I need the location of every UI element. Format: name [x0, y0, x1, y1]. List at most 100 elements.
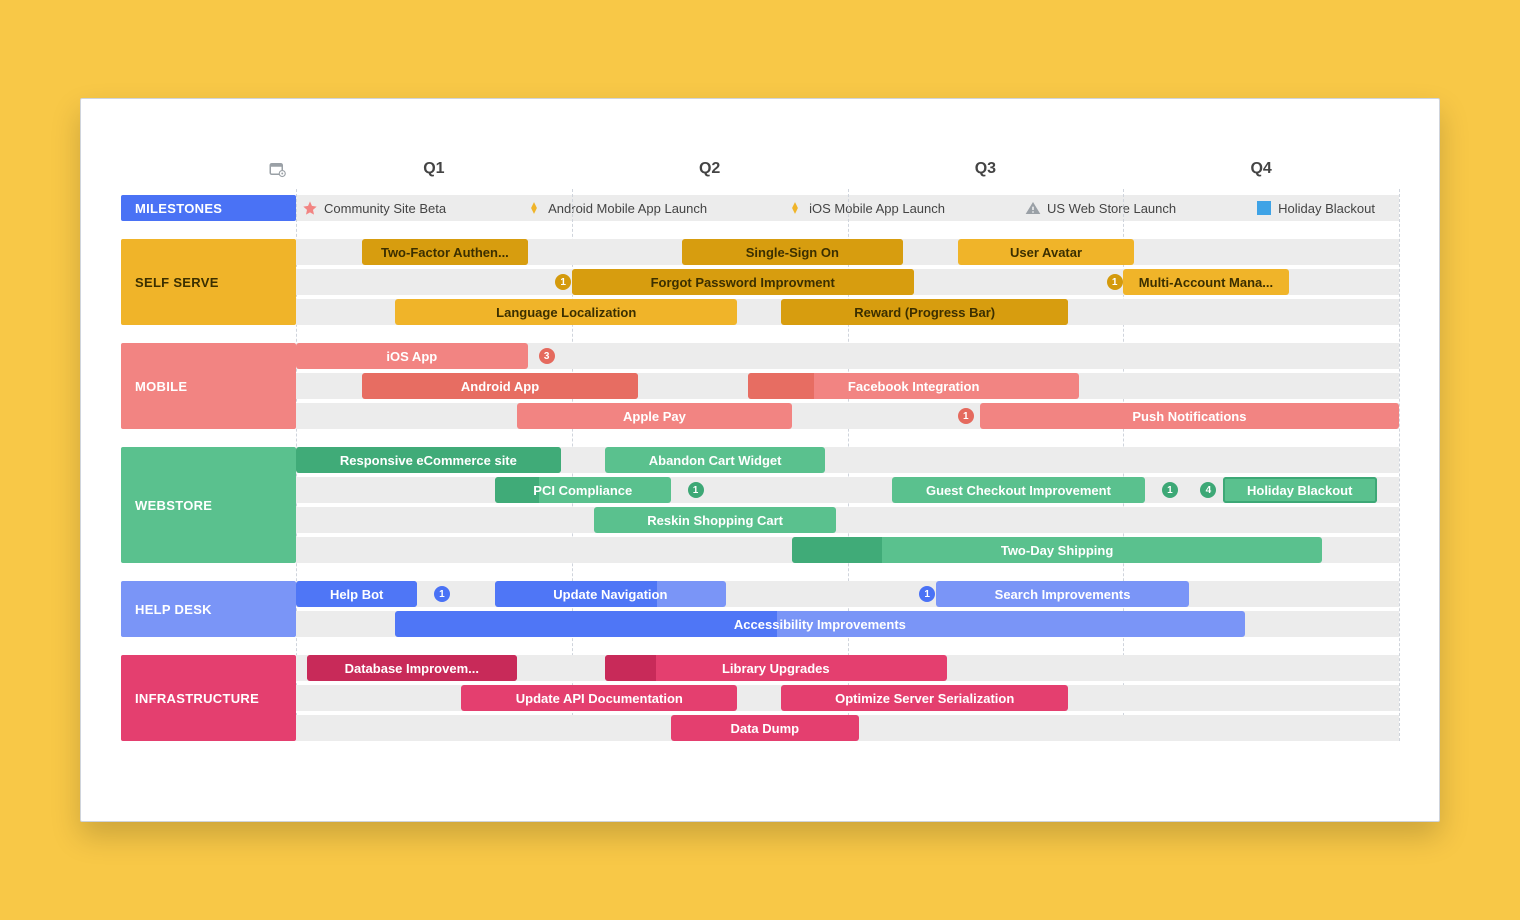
milestones-track: Community Site Beta Android Mobile App La… — [296, 195, 1399, 221]
roadmap-bar[interactable]: Responsive eCommerce site — [296, 447, 561, 473]
bar-label: Reward (Progress Bar) — [854, 305, 995, 320]
roadmap-bar[interactable]: Library Upgrades — [605, 655, 947, 681]
lane-row: iOS App 3 — [296, 343, 1399, 369]
swimlane: MOBILE iOS App 3Android App Facebook Integr… — [121, 343, 1399, 429]
bar-label: Help Bot — [330, 587, 383, 602]
swimlane: SELF SERVE Two-Factor Authen... Single-Sig… — [121, 239, 1399, 325]
roadmap-bar[interactable]: Two-Day Shipping — [792, 537, 1321, 563]
swimlane: WEBSTORE Responsive eCommerce site Abandon… — [121, 447, 1399, 563]
roadmap-bar[interactable]: Database Improvem... — [307, 655, 517, 681]
count-badge[interactable]: 1 — [1107, 274, 1123, 290]
roadmap-bar[interactable]: Android App — [362, 373, 638, 399]
count-badge[interactable]: 1 — [688, 482, 704, 498]
milestone-item[interactable]: US Web Store Launch — [1025, 200, 1176, 216]
bar-label: User Avatar — [1010, 245, 1082, 260]
lane-label: MOBILE — [121, 343, 296, 429]
milestone-item[interactable]: iOS Mobile App Launch — [787, 200, 945, 216]
quarter-header: Q2 — [572, 160, 848, 178]
lane-row: Data Dump — [296, 715, 1399, 741]
milestone-label: Android Mobile App Launch — [548, 201, 707, 216]
roadmap-panel: Q1Q2Q3Q4 MILESTONES Community Site Beta A… — [80, 98, 1440, 822]
lane-row: 1 Forgot Password Improvment 1 Multi-Accoun… — [296, 269, 1399, 295]
roadmap-bar[interactable]: Reward (Progress Bar) — [781, 299, 1068, 325]
roadmap-bar[interactable]: User Avatar — [958, 239, 1134, 265]
milestone-label: Community Site Beta — [324, 201, 446, 216]
milestones-row: MILESTONES Community Site Beta Android Mo… — [121, 195, 1399, 221]
bar-label: Search Improvements — [995, 587, 1131, 602]
roadmap-bar[interactable]: PCI Compliance — [495, 477, 671, 503]
diamond-icon — [526, 200, 542, 216]
bar-label: Database Improvem... — [345, 661, 479, 676]
count-badge[interactable]: 1 — [958, 408, 974, 424]
bar-label: Responsive eCommerce site — [340, 453, 517, 468]
roadmap-bar[interactable]: Abandon Cart Widget — [605, 447, 826, 473]
roadmap-bar[interactable]: Two-Factor Authen... — [362, 239, 527, 265]
lane-row: PCI Compliance 1 Guest Checkout Improvemen… — [296, 477, 1399, 503]
roadmap-bar[interactable]: Search Improvements — [936, 581, 1190, 607]
lane-row: Responsive eCommerce site Abandon Cart Wi… — [296, 447, 1399, 473]
bar-label: Android App — [461, 379, 539, 394]
bar-label: Data Dump — [730, 721, 799, 736]
count-badge[interactable]: 1 — [1162, 482, 1178, 498]
count-badge[interactable]: 1 — [919, 586, 935, 602]
diamond-icon — [787, 200, 803, 216]
warn-icon — [1025, 200, 1041, 216]
timeline-header: Q1Q2Q3Q4 — [121, 149, 1399, 189]
bar-label: Guest Checkout Improvement — [926, 483, 1111, 498]
count-badge[interactable]: 4 — [1200, 482, 1216, 498]
roadmap-bar[interactable]: Facebook Integration — [748, 373, 1079, 399]
bar-label: Two-Day Shipping — [1001, 543, 1113, 558]
roadmap-bar[interactable]: Push Notifications — [980, 403, 1399, 429]
milestone-label: US Web Store Launch — [1047, 201, 1176, 216]
count-badge[interactable]: 1 — [555, 274, 571, 290]
square-icon — [1256, 200, 1272, 216]
swimlane: INFRASTRUCTUREDatabase Improvem...Librar… — [121, 655, 1399, 741]
bar-label: iOS App — [386, 349, 437, 364]
roadmap-bar[interactable]: Guest Checkout Improvement — [892, 477, 1146, 503]
roadmap-bar[interactable]: Optimize Server Serialization — [781, 685, 1068, 711]
roadmap-bar[interactable]: Holiday Blackout — [1223, 477, 1377, 503]
lane-row: Help Bot 1 Update Navigation 1 Search Improv… — [296, 581, 1399, 607]
bar-label: Two-Factor Authen... — [381, 245, 509, 260]
roadmap-bar[interactable]: Multi-Account Mana... — [1123, 269, 1288, 295]
count-badge[interactable]: 3 — [539, 348, 555, 364]
lane-label: WEBSTORE — [121, 447, 296, 563]
bar-label: Single-Sign On — [746, 245, 839, 260]
bar-label: PCI Compliance — [533, 483, 632, 498]
bar-label: Abandon Cart Widget — [649, 453, 782, 468]
milestone-item[interactable]: Android Mobile App Launch — [526, 200, 707, 216]
bar-label: Facebook Integration — [848, 379, 979, 394]
lane-row: Update API Documentation Optimize Server … — [296, 685, 1399, 711]
roadmap-bar[interactable]: Data Dump — [671, 715, 859, 741]
swimlane: HELP DESK Help Bot 1 Update Navigation 1 Sear… — [121, 581, 1399, 637]
roadmap-bar[interactable]: Reskin Shopping Cart — [594, 507, 837, 533]
roadmap-bar[interactable]: Update Navigation — [495, 581, 727, 607]
roadmap-bar[interactable]: Apple Pay — [517, 403, 793, 429]
lane-row: Two-Day Shipping — [296, 537, 1399, 563]
lane-row: Two-Factor Authen... Single-Sign On User A… — [296, 239, 1399, 265]
roadmap-bar[interactable]: Update API Documentation — [461, 685, 737, 711]
roadmap-bar[interactable]: Accessibility Improvements — [395, 611, 1244, 637]
count-badge[interactable]: 1 — [434, 586, 450, 602]
lane-label: SELF SERVE — [121, 239, 296, 325]
lane-row: Language Localization Reward (Progress Ba… — [296, 299, 1399, 325]
milestones-label: MILESTONES — [121, 195, 296, 221]
milestone-label: Holiday Blackout — [1278, 201, 1375, 216]
roadmap-bar[interactable]: Forgot Password Improvment — [572, 269, 914, 295]
milestone-item[interactable]: Holiday Blackout — [1256, 200, 1375, 216]
roadmap-bar[interactable]: Language Localization — [395, 299, 737, 325]
roadmap-bar[interactable]: Single-Sign On — [682, 239, 903, 265]
lane-row: Database Improvem... Library Upgrades — [296, 655, 1399, 681]
bar-label: Apple Pay — [623, 409, 686, 424]
roadmap-chart: Q1Q2Q3Q4 MILESTONES Community Site Beta A… — [121, 149, 1399, 741]
quarter-header: Q3 — [848, 160, 1124, 178]
lane-row: Reskin Shopping Cart — [296, 507, 1399, 533]
calendar-settings-icon[interactable] — [268, 160, 286, 178]
roadmap-bar[interactable]: Help Bot — [296, 581, 417, 607]
bar-label: Multi-Account Mana... — [1139, 275, 1273, 290]
milestone-item[interactable]: Community Site Beta — [302, 200, 446, 216]
bar-label: Forgot Password Improvment — [651, 275, 835, 290]
roadmap-bar[interactable]: iOS App — [296, 343, 528, 369]
lane-label: HELP DESK — [121, 581, 296, 637]
bar-label: Optimize Server Serialization — [835, 691, 1014, 706]
